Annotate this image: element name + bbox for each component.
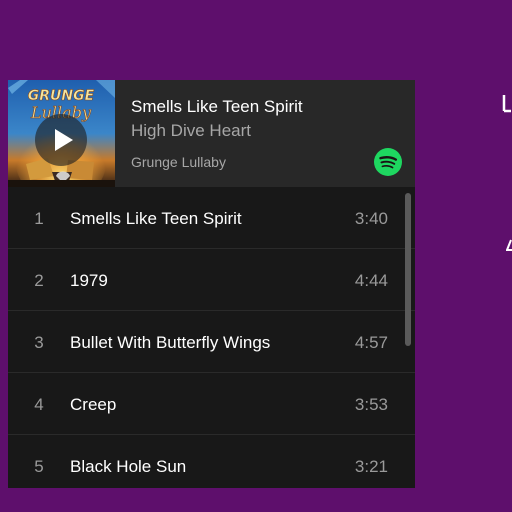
track-number: 2: [34, 271, 44, 290]
track-number: 3: [34, 333, 44, 352]
track-duration: 4:57: [354, 333, 388, 352]
cover-title-top: GRUNGE: [28, 88, 95, 104]
track-duration: 3:40: [354, 209, 388, 228]
track-row[interactable]: 2 1979 4:44: [8, 249, 415, 311]
track-title: Black Hole Sun: [70, 457, 187, 476]
track-row[interactable]: 1 Smells Like Teen Spirit 3:40: [8, 187, 415, 249]
track-title: Creep: [70, 395, 117, 414]
track-number: 4: [34, 395, 44, 414]
track-row[interactable]: 3 Bullet With Butterfly Wings 4:57: [8, 311, 415, 373]
play-icon: [55, 129, 73, 151]
now-playing-title[interactable]: Smells Like Teen Spirit: [131, 97, 303, 117]
spotify-embed-player: GRUNGE Lullaby Smells Like Teen Spirit H…: [8, 80, 415, 488]
tracklist-scrollbar[interactable]: [405, 193, 411, 346]
now-playing-header: GRUNGE Lullaby Smells Like Teen Spirit H…: [8, 80, 415, 187]
track-row[interactable]: 4 Creep 3:53: [8, 373, 415, 435]
track-list: 1 Smells Like Teen Spirit 3:40 2 1979 4:…: [8, 187, 415, 488]
track-title: Smells Like Teen Spirit: [70, 209, 242, 228]
track-number: 1: [34, 209, 44, 228]
track-duration: 3:53: [354, 395, 388, 414]
offscreen-glyph: [506, 239, 512, 251]
now-playing-album[interactable]: Grunge Lullaby: [131, 154, 226, 170]
track-row[interactable]: 5 Black Hole Sun 3:21: [8, 435, 415, 488]
track-number: 5: [34, 457, 44, 476]
play-button[interactable]: [35, 114, 87, 166]
track-title: Bullet With Butterfly Wings: [70, 333, 271, 352]
album-cover[interactable]: GRUNGE Lullaby: [8, 80, 115, 187]
track-title: 1979: [70, 271, 108, 290]
spotify-logo-icon[interactable]: [374, 148, 402, 176]
track-duration: 3:21: [354, 457, 388, 476]
track-duration: 4:44: [354, 271, 388, 290]
now-playing-artist[interactable]: High Dive Heart: [131, 121, 251, 141]
offscreen-glyph: [502, 95, 511, 113]
